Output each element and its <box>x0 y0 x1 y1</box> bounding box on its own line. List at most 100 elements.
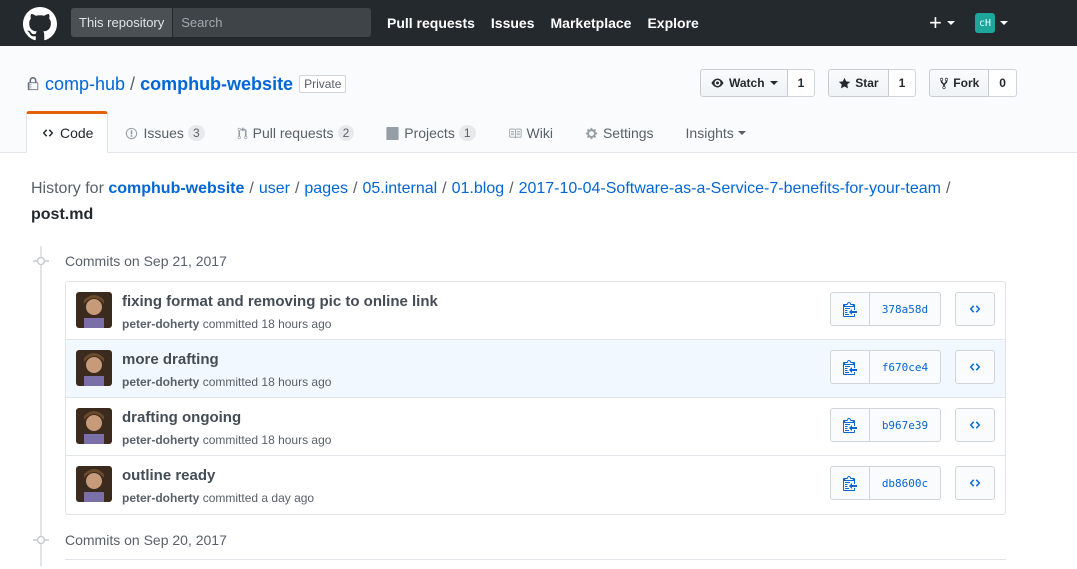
chevron-down-icon <box>737 131 746 135</box>
chevron-down-icon <box>1000 21 1008 25</box>
star-count[interactable]: 1 <box>888 69 917 97</box>
repo-tabs: Code Issues 3 Pull requests 2 Projects 1… <box>26 111 763 153</box>
copy-sha-button[interactable] <box>830 408 870 442</box>
breadcrumb-segment[interactable]: user <box>259 180 290 197</box>
avatar[interactable] <box>76 408 112 444</box>
timeline-line <box>40 246 42 566</box>
commit-action: committed <box>202 317 259 331</box>
clipboard-icon <box>843 360 857 375</box>
nav-explore[interactable]: Explore <box>647 15 698 31</box>
browse-files-button[interactable] <box>955 292 995 326</box>
commit-message-link[interactable]: more drafting <box>122 351 219 368</box>
breadcrumb-root[interactable]: comphub-website <box>108 180 244 197</box>
breadcrumb-segment[interactable]: 01.blog <box>452 180 505 197</box>
browse-files-button[interactable] <box>955 408 995 442</box>
commit-group-title: Commits on Sep 20, 2017 <box>31 530 227 550</box>
nav-pull-requests[interactable]: Pull requests <box>387 15 475 31</box>
commit-action: committed <box>202 375 259 389</box>
commit-message-link[interactable]: outline ready <box>122 467 215 484</box>
pull-request-icon <box>237 126 247 139</box>
sha-group: db8600c <box>830 466 941 500</box>
commit-message-link[interactable]: drafting ongoing <box>122 409 241 426</box>
commit-sha-link[interactable]: db8600c <box>870 466 941 500</box>
avatar[interactable] <box>76 292 112 328</box>
commit-time: 18 hours ago <box>261 317 332 331</box>
breadcrumb-segment[interactable]: 05.internal <box>362 180 437 197</box>
star-group: Star 1 <box>828 69 917 97</box>
pull-requests-counter: 2 <box>337 125 355 141</box>
breadcrumb-segment[interactable]: pages <box>304 180 348 197</box>
browse-files-button[interactable] <box>955 350 995 384</box>
tab-projects[interactable]: Projects 1 <box>371 111 490 153</box>
tab-issues[interactable]: Issues 3 <box>110 111 219 153</box>
clipboard-icon <box>843 476 857 491</box>
commit-author-link[interactable]: peter-doherty <box>122 433 199 447</box>
commit-dot-icon <box>31 251 51 271</box>
commit-sha-link[interactable]: b967e39 <box>870 408 941 442</box>
eye-icon <box>711 78 724 88</box>
user-menu[interactable]: cH <box>975 13 1008 33</box>
commit-action: committed <box>202 433 259 447</box>
tab-insights[interactable]: Insights <box>671 111 761 153</box>
avatar: cH <box>975 13 995 33</box>
issues-counter: 3 <box>187 125 205 141</box>
code-icon <box>969 305 981 313</box>
global-nav: Pull requests Issues Marketplace Explore <box>387 0 715 46</box>
tab-label: Settings <box>602 125 654 141</box>
github-logo-icon[interactable] <box>23 7 57 41</box>
projects-counter: 1 <box>458 125 476 141</box>
tab-settings[interactable]: Settings <box>570 111 669 153</box>
commit-row: outline ready peter-doherty committed a … <box>66 456 1005 514</box>
path-separator: / <box>442 180 447 197</box>
tab-label: Code <box>60 125 94 141</box>
breadcrumb-segment[interactable]: 2017-10-04-Software-as-a-Service-7-benef… <box>519 180 941 197</box>
nav-marketplace[interactable]: Marketplace <box>551 15 632 31</box>
sha-group: f670ce4 <box>830 350 941 384</box>
create-new-dropdown[interactable]: + <box>929 12 955 34</box>
watch-group: Watch 1 <box>700 69 816 97</box>
watch-count[interactable]: 1 <box>787 69 816 97</box>
gear-icon <box>585 127 598 139</box>
repo-name-link[interactable]: comphub-website <box>140 74 293 95</box>
commit-group-date: Commits on Sep 21, 2017 <box>65 253 227 269</box>
sha-group: b967e39 <box>830 408 941 442</box>
commit-message-link[interactable]: fixing format and removing pic to online… <box>122 293 438 310</box>
fork-button[interactable]: Fork <box>929 69 990 97</box>
watch-button[interactable]: Watch <box>700 69 788 97</box>
star-button[interactable]: Star <box>828 69 889 97</box>
watch-label: Watch <box>729 76 765 90</box>
commit-group-date: Commits on Sep 20, 2017 <box>65 532 227 548</box>
clipboard-icon <box>843 302 857 317</box>
tab-wiki[interactable]: Wiki <box>493 111 568 153</box>
path-separator: / <box>945 180 951 197</box>
tab-label: Wiki <box>526 125 553 141</box>
nav-issues[interactable]: Issues <box>491 15 535 31</box>
private-badge: Private <box>299 75 347 93</box>
copy-sha-button[interactable] <box>830 350 870 384</box>
fork-icon <box>940 77 949 89</box>
commit-author-link[interactable]: peter-doherty <box>122 317 199 331</box>
search-input[interactable] <box>173 8 371 37</box>
copy-sha-button[interactable] <box>830 466 870 500</box>
commit-sha-link[interactable]: f670ce4 <box>870 350 941 384</box>
commit-row: more drafting peter-doherty committed 18… <box>66 340 1005 398</box>
history-prefix: History for <box>31 180 104 197</box>
sha-group: 378a58d <box>830 292 941 326</box>
avatar[interactable] <box>76 466 112 502</box>
avatar[interactable] <box>76 350 112 386</box>
tab-label: Projects <box>404 125 455 141</box>
copy-sha-button[interactable] <box>830 292 870 326</box>
commit-author-link[interactable]: peter-doherty <box>122 375 199 389</box>
tab-pull-requests[interactable]: Pull requests 2 <box>222 111 370 153</box>
path-separator: / <box>294 180 300 197</box>
commit-author-link[interactable]: peter-doherty <box>122 491 199 505</box>
project-icon <box>386 126 399 140</box>
fork-group: Fork 0 <box>929 69 1017 97</box>
breadcrumb-file: post.md <box>31 206 94 223</box>
commit-meta: peter-doherty committed 18 hours ago <box>122 433 331 447</box>
browse-files-button[interactable] <box>955 466 995 500</box>
fork-count[interactable]: 0 <box>989 69 1017 97</box>
tab-code[interactable]: Code <box>26 111 109 153</box>
commit-sha-link[interactable]: 378a58d <box>870 292 941 326</box>
repo-owner-link[interactable]: comp-hub <box>45 74 125 95</box>
